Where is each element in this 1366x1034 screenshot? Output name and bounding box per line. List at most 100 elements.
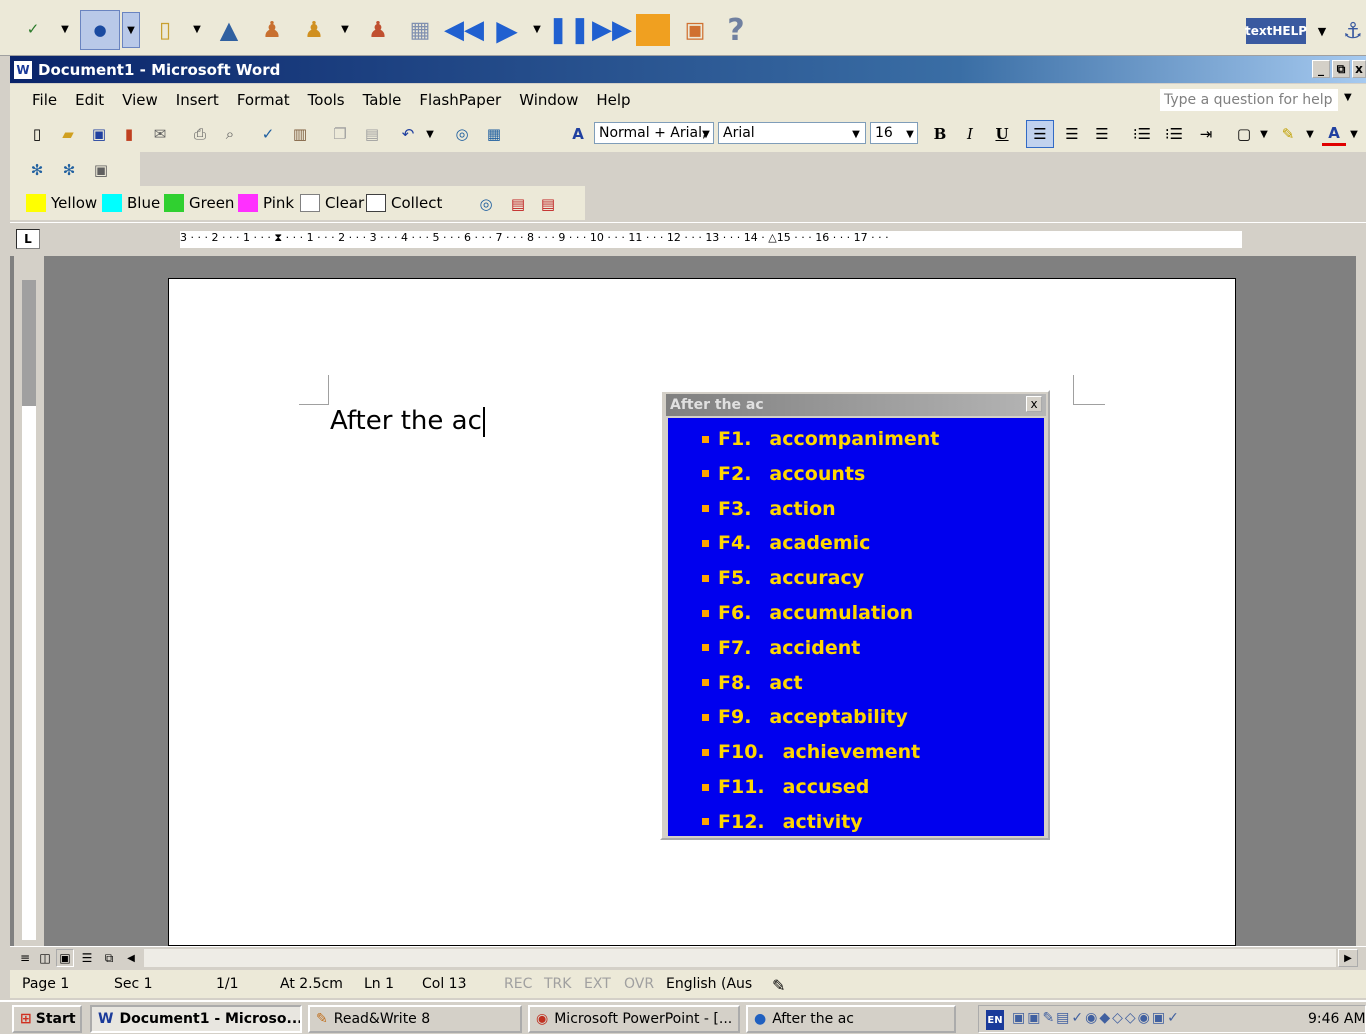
style-dropdown-icon[interactable]: ▼ [700, 126, 712, 142]
speaker-icon[interactable]: ♟ [298, 12, 330, 48]
menu-view[interactable]: View [122, 91, 158, 109]
new-document-icon[interactable]: ▯ [26, 122, 48, 146]
task-word[interactable]: W Document1 - Microso... [90, 1005, 302, 1033]
document-text[interactable]: After the ac [330, 406, 485, 437]
help-search-input[interactable]: Type a question for help [1160, 89, 1338, 111]
pause-icon[interactable]: ❚❚ [547, 12, 591, 48]
styles-icon[interactable]: A [566, 122, 590, 146]
restore-button[interactable]: ⧉ [1332, 60, 1350, 78]
save-icon[interactable]: ▣ [88, 122, 110, 146]
stop-icon[interactable] [636, 14, 670, 46]
menu-format[interactable]: Format [237, 91, 290, 109]
tab-selector[interactable]: L [16, 229, 40, 249]
prediction-suggestion[interactable]: F4. academic [702, 526, 870, 560]
prediction-suggestion[interactable]: F6. accumulation [702, 596, 913, 630]
status-ext[interactable]: EXT [584, 976, 611, 992]
dropdown-arrow-icon[interactable]: ▼ [530, 20, 544, 38]
size-dropdown-icon[interactable]: ▼ [904, 126, 916, 142]
anchor-icon[interactable]: ⚓ [1342, 16, 1364, 46]
highlight-blue-button[interactable]: Blue [102, 192, 160, 214]
menu-table[interactable]: Table [363, 91, 402, 109]
prediction-suggestion[interactable]: F1. accompaniment [702, 422, 939, 456]
camera-icon[interactable]: ▣ [88, 158, 114, 182]
undo-icon[interactable]: ↶ [396, 122, 420, 146]
menu-flashpaper[interactable]: FlashPaper [419, 91, 501, 109]
start-button[interactable]: ⊞ Start [12, 1005, 82, 1033]
menu-insert[interactable]: Insert [176, 91, 219, 109]
prediction-suggestion[interactable]: F12. activity [702, 805, 863, 839]
font-combo[interactable]: Arial [718, 122, 866, 144]
prediction-suggestion[interactable]: F7. accident [702, 631, 860, 665]
prediction-suggestion[interactable]: F3. action [702, 492, 836, 526]
prediction-suggestion[interactable]: F5. accuracy [702, 561, 864, 595]
rewind-icon[interactable]: ◀◀ [444, 12, 484, 48]
spell-check-icon[interactable]: ✓ [16, 12, 50, 46]
spelling-status-icon[interactable]: ✎ [772, 976, 785, 995]
highlight-green-button[interactable]: Green [164, 192, 234, 214]
status-ovr[interactable]: OVR [624, 976, 654, 992]
report-icon[interactable]: ▤ [506, 192, 530, 216]
close-button[interactable]: x [1352, 60, 1366, 78]
scroll-right-icon[interactable]: ▶ [1338, 949, 1358, 967]
language-indicator[interactable]: EN [986, 1010, 1004, 1030]
highlight-yellow-button[interactable]: Yellow [26, 192, 97, 214]
task-readwrite[interactable]: ✎ Read&Write 8 [308, 1005, 522, 1033]
bullets-icon[interactable]: ⁝☰ [1162, 122, 1186, 146]
bold-button[interactable]: B [928, 122, 952, 146]
research-icon[interactable]: ▥ [288, 122, 312, 146]
highlight-icon[interactable]: ✎ [1276, 122, 1300, 146]
help-icon[interactable]: ? [722, 12, 750, 48]
hyperlink-icon[interactable]: ◎ [450, 122, 474, 146]
definition-icon[interactable]: ✻ [56, 158, 82, 182]
help-dropdown-icon[interactable]: ▼ [1344, 92, 1352, 103]
web-icon[interactable]: ◎ [474, 192, 498, 216]
underline-button[interactable]: U [990, 122, 1014, 146]
calculator-icon[interactable]: ▦ [406, 14, 434, 46]
align-right-icon[interactable]: ☰ [1090, 122, 1114, 146]
speaker-icon[interactable]: ♟ [256, 12, 288, 48]
scroll-left-icon[interactable]: ◀ [122, 949, 140, 967]
dropdown-arrow-icon[interactable]: ▼ [338, 20, 352, 38]
status-language[interactable]: English (Aus [666, 976, 752, 992]
dropdown-arrow-icon[interactable]: ▼ [122, 12, 140, 48]
spell-tool-icon[interactable]: ✻ [24, 158, 50, 182]
prediction-suggestion[interactable]: F11. accused [702, 770, 869, 804]
horizontal-ruler[interactable]: L 3 · · · 2 · · · 1 · · · ⧗ · · · 1 · · … [10, 222, 1366, 255]
font-color-dropdown-icon[interactable]: ▼ [1348, 126, 1360, 142]
print-preview-icon[interactable]: ⌕ [218, 122, 242, 146]
task-prediction[interactable]: ● After the ac [746, 1005, 956, 1033]
menu-tools[interactable]: Tools [308, 91, 345, 109]
font-dropdown-icon[interactable]: ▼ [850, 126, 862, 142]
prediction-suggestion[interactable]: F2. accounts [702, 457, 865, 491]
copy-icon[interactable]: ❐ [328, 122, 352, 146]
task-powerpoint[interactable]: ◉ Microsoft PowerPoint - [... [528, 1005, 740, 1033]
web-view-icon[interactable]: ◫ [36, 949, 54, 967]
open-folder-icon[interactable]: ▰ [56, 122, 80, 146]
prediction-close-button[interactable]: x [1026, 396, 1042, 412]
menu-help[interactable]: Help [596, 91, 630, 109]
fast-forward-icon[interactable]: ▶▶ [592, 12, 632, 48]
minimize-button[interactable]: _ [1312, 60, 1330, 78]
menu-edit[interactable]: Edit [75, 91, 104, 109]
play-icon[interactable]: ▶ [492, 12, 522, 48]
highlight-dropdown-icon[interactable]: ▼ [1304, 126, 1316, 142]
undo-dropdown-icon[interactable]: ▼ [424, 126, 436, 142]
highlight-pink-button[interactable]: Pink [238, 192, 294, 214]
italic-button[interactable]: I [958, 122, 982, 146]
style-combo[interactable]: Normal + Arial, [594, 122, 714, 144]
paste-icon[interactable]: ▤ [360, 122, 384, 146]
outline-view-icon[interactable]: ☰ [78, 949, 96, 967]
dropdown-arrow-icon[interactable]: ▼ [58, 20, 72, 38]
speaker-icon[interactable]: ♟ [362, 12, 394, 48]
scroll-track[interactable] [144, 949, 1336, 967]
menu-window[interactable]: Window [519, 91, 578, 109]
spelling-icon[interactable]: ✓ [256, 122, 280, 146]
table-icon[interactable]: ▦ [482, 122, 506, 146]
prediction-icon[interactable]: ● [80, 10, 120, 50]
print-icon[interactable]: ⎙ [188, 122, 212, 146]
menu-file[interactable]: File [32, 91, 57, 109]
email-icon[interactable]: ✉ [148, 122, 172, 146]
numbering-icon[interactable]: ⁝☰ [1130, 122, 1154, 146]
print-view-icon[interactable]: ▣ [56, 949, 74, 967]
homophones-icon[interactable]: ▲ [214, 12, 244, 48]
